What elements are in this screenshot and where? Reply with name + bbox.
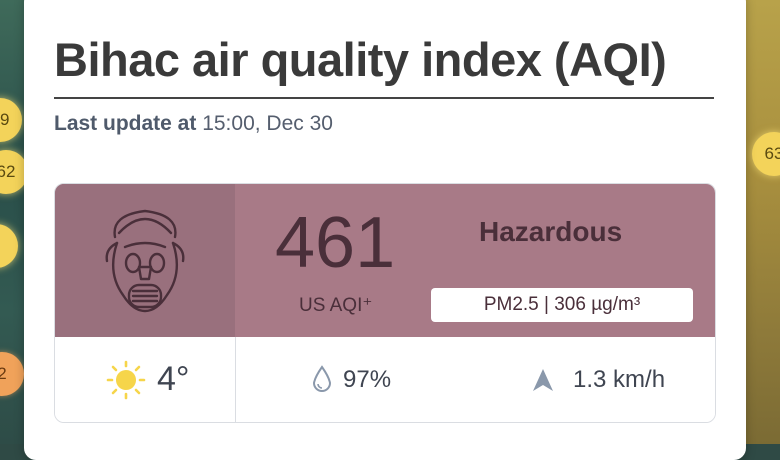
last-update: Last update at 15:00, Dec 30 [54,112,333,136]
last-update-label: Last update at [54,112,197,135]
wind-direction-icon [531,367,555,393]
weather-wind: 1.3 km/h [531,337,665,422]
temperature-value: 4° [157,360,190,398]
main-pollutant-badge: PM2.5 | 306 µg/m³ [431,288,693,322]
aqi-banner: 461 US AQI⁺ Hazardous PM2.5 | 306 µg/m³ [55,184,715,337]
weather-divider [235,337,236,422]
page-title: Bihac air quality index (AQI) [54,32,714,99]
aqi-summary: 461 US AQI⁺ Hazardous PM2.5 | 306 µg/m³ [54,183,716,423]
aqi-card: Bihac air quality index (AQI) Last updat… [24,0,746,460]
humidity-drop-icon [311,364,333,395]
aqi-icon-cell [55,184,235,337]
weather-temperature: 4° [105,337,190,422]
weather-humidity: 97% [311,337,391,422]
sun-icon [105,359,147,401]
last-update-time: 15:00, Dec 30 [202,112,333,135]
gas-mask-icon [105,209,185,312]
wind-value: 1.3 km/h [573,365,666,393]
weather-row: 4° 97% 1.3 km/h [55,337,715,422]
aqi-value: 461 [275,203,396,283]
aqi-unit: US AQI⁺ [299,295,373,316]
aqi-status: Hazardous [479,216,623,247]
humidity-value: 97% [343,365,392,393]
